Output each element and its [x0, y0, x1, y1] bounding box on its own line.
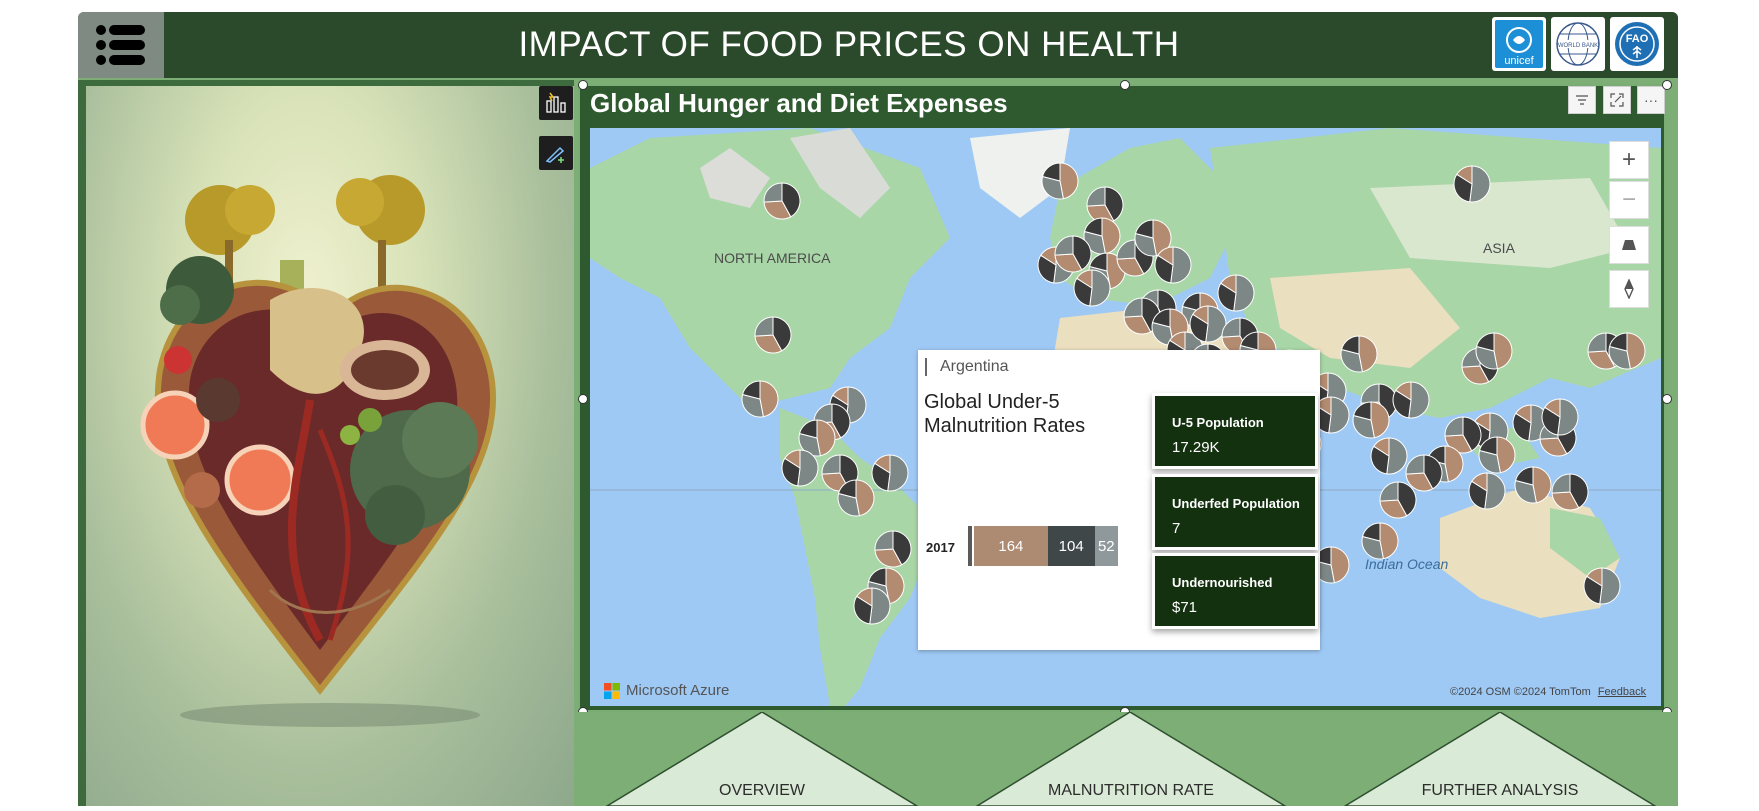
resize-handle[interactable] — [1662, 394, 1672, 404]
visual-edit-icon — [546, 92, 566, 113]
kpi-value: 17.29K — [1172, 439, 1220, 456]
country-pie-marker[interactable] — [1154, 246, 1192, 284]
microsoft-logo-icon — [604, 682, 620, 699]
kpi-label: Underfed Population — [1172, 496, 1300, 511]
country-pie-marker[interactable] — [1541, 398, 1579, 436]
country-pie-marker[interactable] — [1340, 335, 1378, 373]
kpi-undernourished: Undernourished $71 — [1152, 553, 1318, 629]
country-pie-marker[interactable] — [1379, 481, 1417, 519]
country-pie-marker[interactable] — [1073, 269, 1111, 307]
azure-attribution: Microsoft Azure — [604, 682, 729, 699]
hamburger-icon — [96, 25, 145, 65]
kpi-underfed-population: Underfed Population 7 — [1152, 474, 1318, 550]
nav-further-analysis-button[interactable]: FURTHER ANALYSIS — [1370, 782, 1630, 800]
map-label-asia: ASIA — [1483, 240, 1515, 256]
bar-segment-1: 164 — [974, 526, 1048, 566]
country-pie-marker[interactable] — [1608, 332, 1646, 370]
country-pie-marker[interactable] — [1370, 437, 1408, 475]
format-brush-icon — [545, 146, 565, 163]
copyright-text: ©2024 OSM ©2024 TomTom — [1450, 686, 1591, 698]
nav-malnutrition-rate-button[interactable]: MALNUTRITION RATE — [1001, 782, 1261, 800]
country-pie-marker[interactable] — [1583, 567, 1621, 605]
tilt-button[interactable] — [1609, 226, 1649, 264]
country-pie-marker[interactable] — [1041, 162, 1079, 200]
bar-segment-2: 104 — [1047, 526, 1095, 566]
country-pie-marker[interactable] — [1453, 165, 1491, 203]
filter-button[interactable] — [1568, 86, 1596, 114]
more-options-icon: ··· — [1644, 92, 1658, 108]
kpi-label: U-5 Population — [1172, 415, 1264, 430]
compass-button[interactable] — [1609, 270, 1649, 308]
svg-text:unicef: unicef — [1504, 55, 1534, 67]
nav-overview-button[interactable]: OVERVIEW — [632, 782, 892, 800]
country-pie-marker[interactable] — [1551, 473, 1589, 511]
resize-handle[interactable] — [1120, 80, 1130, 90]
country-pie-marker[interactable] — [1054, 235, 1092, 273]
country-pie-marker[interactable] — [874, 530, 912, 568]
tooltip-divider — [925, 358, 927, 376]
page-title: IMPACT OF FOOD PRICES ON HEALTH — [518, 25, 1180, 64]
tooltip-country: Argentina — [940, 358, 1009, 375]
bar-leading-segment — [968, 526, 972, 566]
svg-text:WORLD BANK: WORLD BANK — [1558, 43, 1598, 49]
country-pie-marker[interactable] — [1352, 401, 1390, 439]
visual-edit-button[interactable] — [539, 86, 573, 120]
country-pie-marker[interactable] — [1217, 274, 1255, 312]
focus-mode-button[interactable] — [1603, 86, 1631, 114]
unicef-logo: unicef — [1492, 17, 1546, 71]
country-pie-marker[interactable] — [1189, 305, 1227, 343]
country-pie-marker[interactable] — [1514, 466, 1552, 504]
country-pie-marker[interactable] — [754, 316, 792, 354]
country-pie-marker[interactable] — [853, 587, 891, 625]
resize-handle[interactable] — [1662, 80, 1672, 90]
kpi-value: $71 — [1172, 599, 1198, 616]
world-bank-logo: WORLD BANK — [1551, 17, 1605, 71]
tilt-icon — [1622, 240, 1636, 250]
country-pie-marker[interactable] — [1392, 381, 1430, 419]
bar-segment-3: 52 — [1094, 526, 1118, 566]
resize-handle[interactable] — [578, 80, 588, 90]
resize-handle[interactable] — [578, 394, 588, 404]
kpi-value: 7 — [1172, 520, 1181, 537]
country-pie-marker[interactable] — [1086, 186, 1124, 224]
focus-mode-icon — [1610, 93, 1624, 107]
tooltip-bar-chart: 164 104 52 — [968, 526, 1118, 566]
format-brush-button[interactable] — [539, 136, 573, 170]
kpi-u5-population: U-5 Population 17.29K — [1152, 393, 1318, 469]
azure-text: Microsoft Azure — [626, 682, 730, 699]
country-pie-marker[interactable] — [1405, 454, 1443, 492]
more-options-button[interactable]: ··· — [1637, 86, 1665, 114]
compass-icon — [1624, 279, 1634, 299]
country-pie-marker[interactable] — [1478, 436, 1516, 474]
country-pie-marker[interactable] — [763, 182, 801, 220]
heart-of-food-illustration — [140, 175, 497, 727]
map-copyright: ©2024 OSM ©2024 TomTom Feedback — [1450, 686, 1646, 698]
svg-text:FAO: FAO — [1626, 33, 1649, 45]
country-pie-marker[interactable] — [1475, 332, 1513, 370]
filter-icon — [1576, 95, 1588, 105]
zoom-in-button[interactable]: + — [1609, 141, 1649, 179]
country-pie-marker[interactable] — [781, 449, 819, 487]
tooltip-heading: Global Under-5 Malnutrition Rates — [924, 391, 1086, 437]
map-label-north-america: NORTH AMERICA — [714, 250, 831, 266]
menu-button[interactable] — [78, 12, 164, 78]
fao-logo: FAO — [1610, 17, 1664, 71]
country-pie-marker[interactable] — [741, 380, 779, 418]
kpi-label: Undernourished — [1172, 575, 1273, 590]
visual-title: Global Hunger and Diet Expenses — [590, 88, 1008, 118]
zoom-out-button[interactable]: − — [1609, 181, 1649, 219]
map-label-indian-ocean: Indian Ocean — [1365, 556, 1449, 572]
tooltip-chart-category: 2017 — [926, 540, 955, 555]
country-pie-marker[interactable] — [837, 479, 875, 517]
country-pie-marker[interactable] — [1468, 472, 1506, 510]
country-pie-marker[interactable] — [1361, 522, 1399, 560]
country-pie-marker[interactable] — [871, 454, 909, 492]
feedback-link[interactable]: Feedback — [1598, 686, 1646, 698]
